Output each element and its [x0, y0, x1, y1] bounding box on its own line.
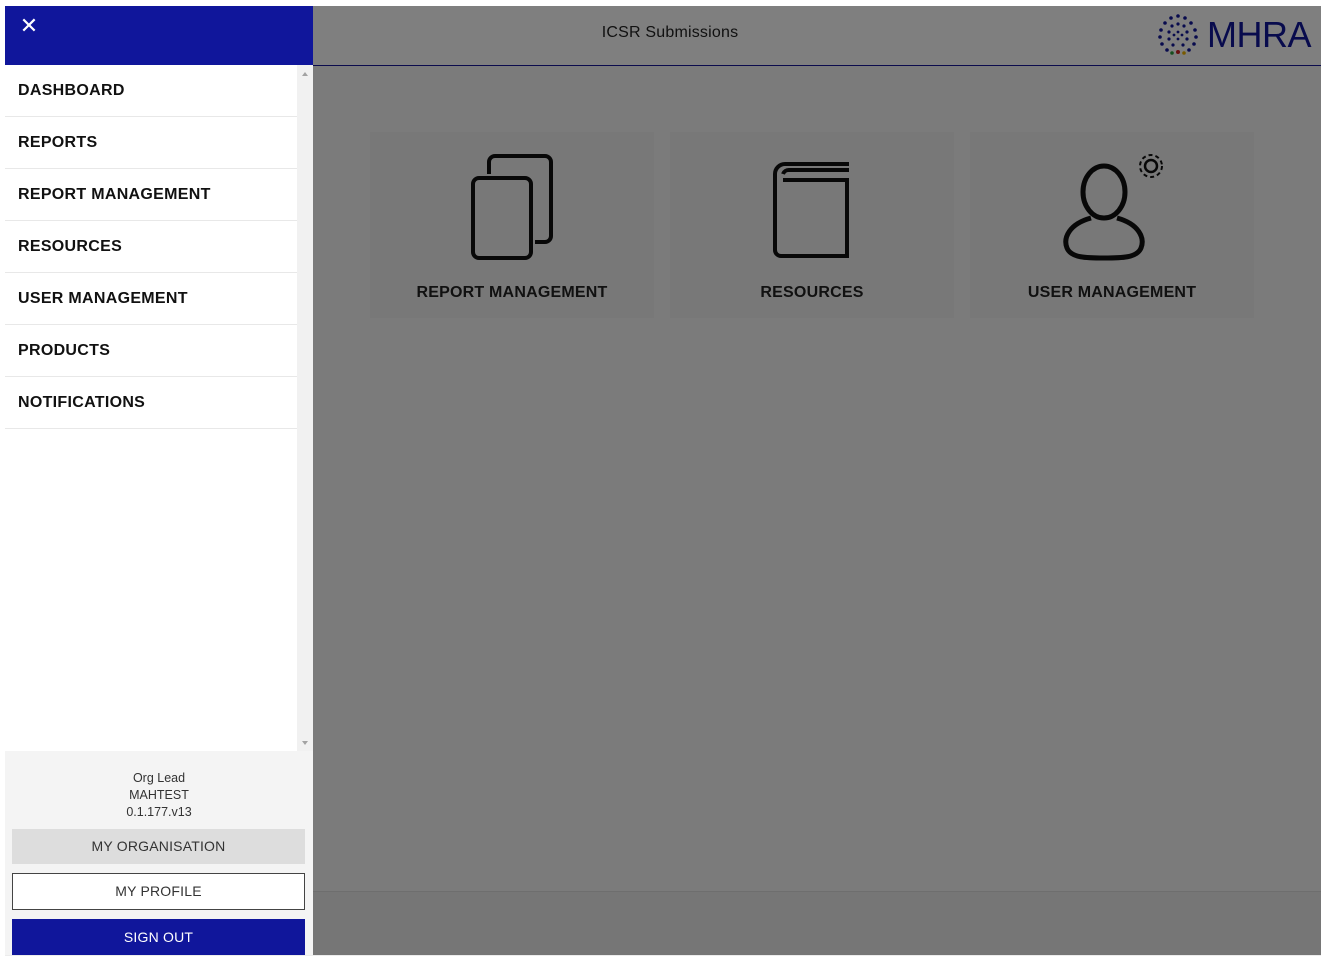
scroll-down-icon[interactable]	[302, 741, 308, 745]
drawer-header: ✕	[5, 6, 313, 65]
nav-item-resources[interactable]: RESOURCES	[5, 221, 297, 273]
user-info: Org Lead MAHTEST 0.1.177.v13	[5, 751, 313, 821]
nav-item-products[interactable]: PRODUCTS	[5, 325, 297, 377]
drawer-nav: DASHBOARD REPORTS REPORT MANAGEMENT RESO…	[5, 65, 297, 429]
drawer-footer: Org Lead MAHTEST 0.1.177.v13 MY ORGANISA…	[5, 751, 313, 955]
user-organisation: MAHTEST	[129, 788, 189, 802]
nav-item-reports[interactable]: REPORTS	[5, 117, 297, 169]
nav-item-report-management[interactable]: REPORT MANAGEMENT	[5, 169, 297, 221]
user-role: Org Lead	[132, 771, 186, 785]
nav-item-notifications[interactable]: NOTIFICATIONS	[5, 377, 297, 429]
nav-item-user-management[interactable]: USER MANAGEMENT	[5, 273, 297, 325]
drawer-scrollbar[interactable]	[297, 65, 313, 751]
nav-item-dashboard[interactable]: DASHBOARD	[5, 65, 297, 117]
my-organisation-button[interactable]: MY ORGANISATION	[12, 829, 305, 864]
my-profile-button[interactable]: MY PROFILE	[12, 873, 305, 910]
sign-out-button[interactable]: SIGN OUT	[12, 919, 305, 955]
close-icon[interactable]: ✕	[17, 14, 41, 38]
scroll-up-icon[interactable]	[302, 72, 308, 76]
navigation-drawer: ✕ DASHBOARD REPORTS REPORT MANAGEMENT RE…	[5, 6, 313, 955]
app-version: 0.1.177.v13	[126, 805, 192, 819]
